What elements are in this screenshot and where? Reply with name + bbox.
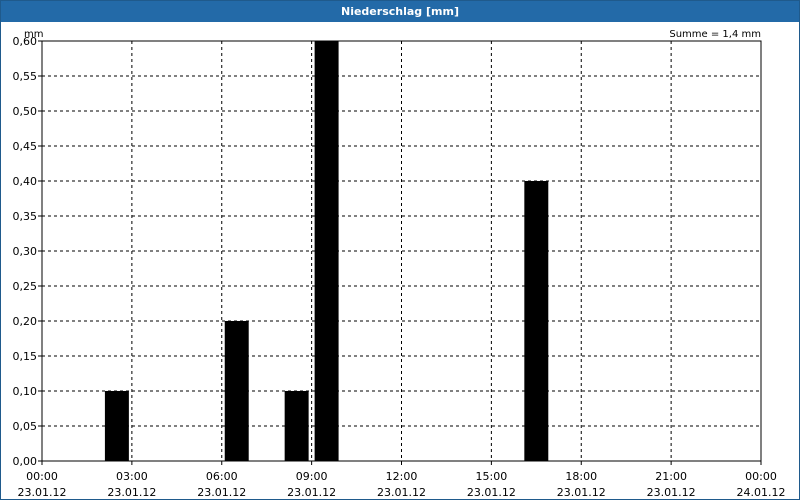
- y-tick-label: 0,45: [13, 140, 38, 153]
- x-tick-time-label: 00:00: [745, 470, 777, 483]
- y-tick-label: 0,05: [13, 420, 38, 433]
- y-tick-label: 0,15: [13, 350, 38, 363]
- x-tick-time-label: 09:00: [296, 470, 328, 483]
- y-tick-label: 0,50: [13, 105, 38, 118]
- precipitation-chart: 0,00 0,05 0,10 0,15 0,20 0,25 0,30 0,35 0,40 0,45…: [13, 29, 786, 499]
- precipitation-bar: [524, 181, 549, 461]
- y-tick-label: 0,20: [13, 315, 38, 328]
- x-tick-date-label: 23.01.12: [377, 486, 426, 499]
- chart-window: Niederschlag [mm] 0,00 0,05 0,10 0,15 0,20 0,…: [0, 0, 800, 500]
- x-tick-date-label: 23.01.12: [557, 486, 606, 499]
- x-tick-date-label: 23.01.12: [287, 486, 336, 499]
- x-tick-time-label: 00:00: [26, 470, 58, 483]
- precipitation-bar: [224, 321, 249, 461]
- x-tick-date-label: 23.01.12: [197, 486, 246, 499]
- x-tick-date-label: 23.01.12: [647, 486, 696, 499]
- x-tick-time-label: 15:00: [476, 470, 508, 483]
- x-tick-date-label: 23.01.12: [107, 486, 156, 499]
- x-tick-time-label: 12:00: [386, 470, 418, 483]
- y-tick-label: 0,25: [13, 280, 38, 293]
- y-tick-label: 0,55: [13, 70, 38, 83]
- y-tick-label: 0,00: [13, 455, 38, 468]
- y-tick-label: 0,35: [13, 210, 38, 223]
- x-tick-time-label: 03:00: [116, 470, 148, 483]
- y-tick-label: 0,40: [13, 175, 38, 188]
- precipitation-bar: [314, 41, 339, 461]
- x-tick-date-label: 23.01.12: [18, 486, 67, 499]
- precipitation-bar: [104, 391, 129, 461]
- x-tick-time-label: 06:00: [206, 470, 238, 483]
- x-tick-time-label: 18:00: [565, 470, 597, 483]
- x-tick-date-label: 24.01.12: [737, 486, 786, 499]
- y-tick-label: 0,10: [13, 385, 38, 398]
- sum-annotation: Summe = 1,4 mm: [669, 29, 761, 40]
- x-tick-date-label: 23.01.12: [467, 486, 516, 499]
- precipitation-bar: [284, 391, 309, 461]
- y-tick-label: 0,30: [13, 245, 38, 258]
- y-axis-label: mm: [24, 29, 43, 40]
- x-tick-time-label: 21:00: [655, 470, 687, 483]
